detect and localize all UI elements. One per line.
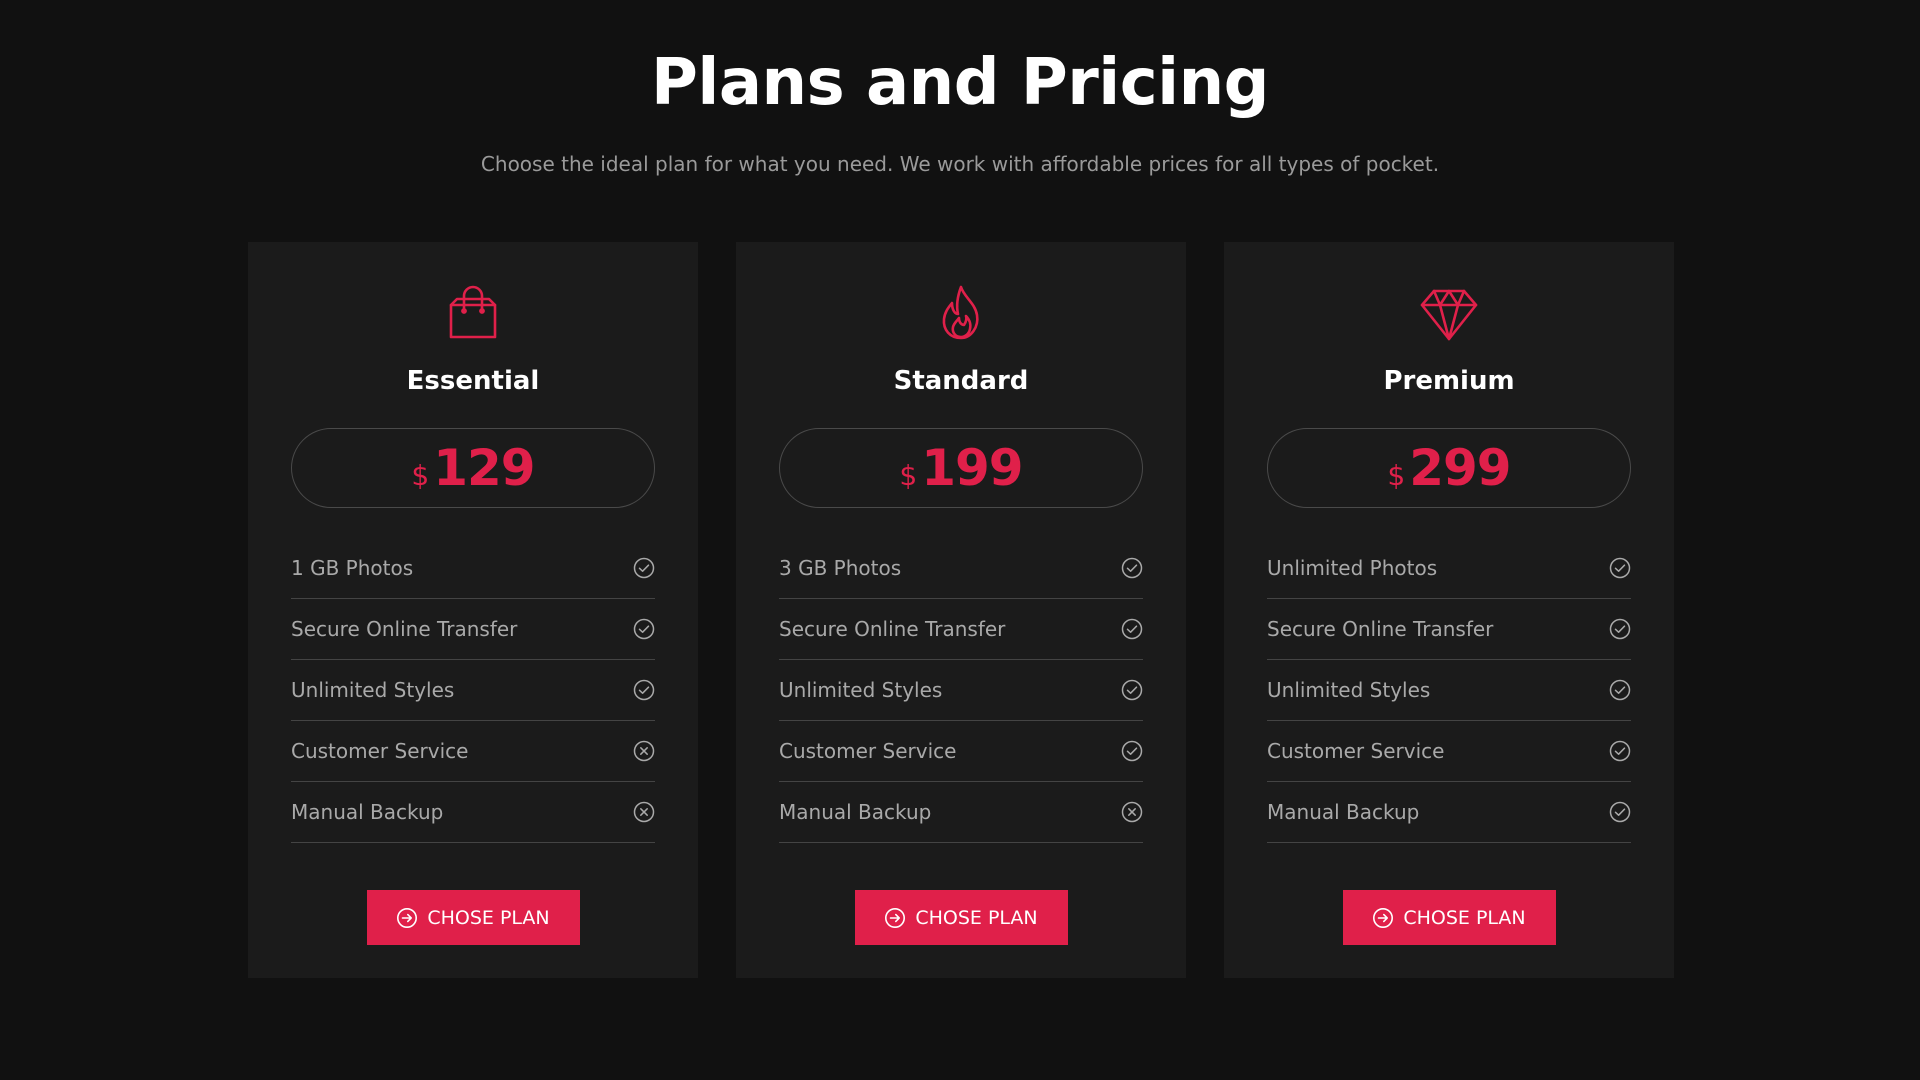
arrow-right-circle-icon (884, 907, 906, 929)
price-currency: $ (899, 458, 918, 492)
check-circle-icon (1121, 740, 1143, 762)
price-amount: 299 (1409, 439, 1511, 497)
check-circle-icon (1609, 801, 1631, 823)
feature-item: Manual Backup (1267, 782, 1631, 843)
feature-label: Manual Backup (291, 800, 444, 824)
arrow-right-circle-icon (396, 907, 418, 929)
check-circle-icon (633, 679, 655, 701)
choose-plan-label: CHOSE PLAN (915, 906, 1038, 929)
feature-item: Unlimited Styles (779, 660, 1143, 721)
plan-card-premium: Premium $ 299 Unlimited Photos Secure On… (1224, 242, 1674, 978)
page-title: Plans and Pricing (651, 46, 1269, 120)
x-circle-icon (1121, 801, 1143, 823)
feature-item: Manual Backup (291, 782, 655, 843)
choose-plan-button[interactable]: CHOSE PLAN (854, 890, 1068, 945)
feature-list: 1 GB Photos Secure Online Transfer Unlim… (291, 538, 655, 843)
price-currency: $ (411, 458, 430, 492)
feature-label: Secure Online Transfer (1267, 617, 1494, 641)
check-circle-icon (1609, 740, 1631, 762)
check-circle-icon (1609, 618, 1631, 640)
feature-item: Unlimited Styles (291, 660, 655, 721)
choose-plan-label: CHOSE PLAN (427, 906, 550, 929)
feature-label: Secure Online Transfer (779, 617, 1006, 641)
feature-label: Unlimited Photos (1267, 556, 1438, 580)
feature-item: Secure Online Transfer (779, 599, 1143, 660)
feature-label: Secure Online Transfer (291, 617, 518, 641)
pricing-cards: Essential $ 129 1 GB Photos Secure Onlin… (248, 242, 1674, 978)
feature-item: 1 GB Photos (291, 538, 655, 599)
feature-label: 3 GB Photos (779, 556, 902, 580)
plan-card-standard: Standard $ 199 3 GB Photos Secure Online… (736, 242, 1186, 978)
feature-label: 1 GB Photos (291, 556, 414, 580)
feature-label: Manual Backup (1267, 800, 1420, 824)
check-circle-icon (1121, 679, 1143, 701)
pricing-page: Plans and Pricing Choose the ideal plan … (0, 0, 1920, 1080)
fire-icon (930, 282, 992, 344)
choose-plan-label: CHOSE PLAN (1403, 906, 1526, 929)
price-display: $ 199 (779, 428, 1143, 508)
feature-label: Customer Service (779, 739, 957, 763)
feature-label: Manual Backup (779, 800, 932, 824)
feature-item: Customer Service (291, 721, 655, 782)
feature-list: Unlimited Photos Secure Online Transfer … (1267, 538, 1631, 843)
check-circle-icon (1121, 618, 1143, 640)
x-circle-icon (633, 801, 655, 823)
feature-label: Customer Service (1267, 739, 1445, 763)
page-subtitle: Choose the ideal plan for what you need.… (480, 152, 1440, 176)
feature-item: Secure Online Transfer (1267, 599, 1631, 660)
price-amount: 199 (921, 439, 1023, 497)
feature-label: Customer Service (291, 739, 469, 763)
feature-item: Secure Online Transfer (291, 599, 655, 660)
price-amount: 129 (433, 439, 535, 497)
feature-item: Customer Service (1267, 721, 1631, 782)
feature-item: 3 GB Photos (779, 538, 1143, 599)
check-circle-icon (1609, 679, 1631, 701)
choose-plan-button[interactable]: CHOSE PLAN (366, 890, 580, 945)
feature-label: Unlimited Styles (779, 678, 943, 702)
feature-item: Unlimited Photos (1267, 538, 1631, 599)
plan-name: Essential (406, 366, 540, 396)
feature-item: Unlimited Styles (1267, 660, 1631, 721)
feature-item: Manual Backup (779, 782, 1143, 843)
shopping-bag-icon (442, 282, 504, 344)
diamond-icon (1418, 282, 1480, 344)
x-circle-icon (633, 740, 655, 762)
feature-item: Customer Service (779, 721, 1143, 782)
plan-name: Standard (893, 366, 1029, 396)
price-currency: $ (1387, 458, 1406, 492)
plan-card-essential: Essential $ 129 1 GB Photos Secure Onlin… (248, 242, 698, 978)
check-circle-icon (1121, 557, 1143, 579)
price-display: $ 299 (1267, 428, 1631, 508)
check-circle-icon (1609, 557, 1631, 579)
plan-name: Premium (1383, 366, 1515, 396)
feature-list: 3 GB Photos Secure Online Transfer Unlim… (779, 538, 1143, 843)
feature-label: Unlimited Styles (1267, 678, 1431, 702)
arrow-right-circle-icon (1372, 907, 1394, 929)
price-display: $ 129 (291, 428, 655, 508)
feature-label: Unlimited Styles (291, 678, 455, 702)
choose-plan-button[interactable]: CHOSE PLAN (1342, 890, 1556, 945)
check-circle-icon (633, 618, 655, 640)
check-circle-icon (633, 557, 655, 579)
